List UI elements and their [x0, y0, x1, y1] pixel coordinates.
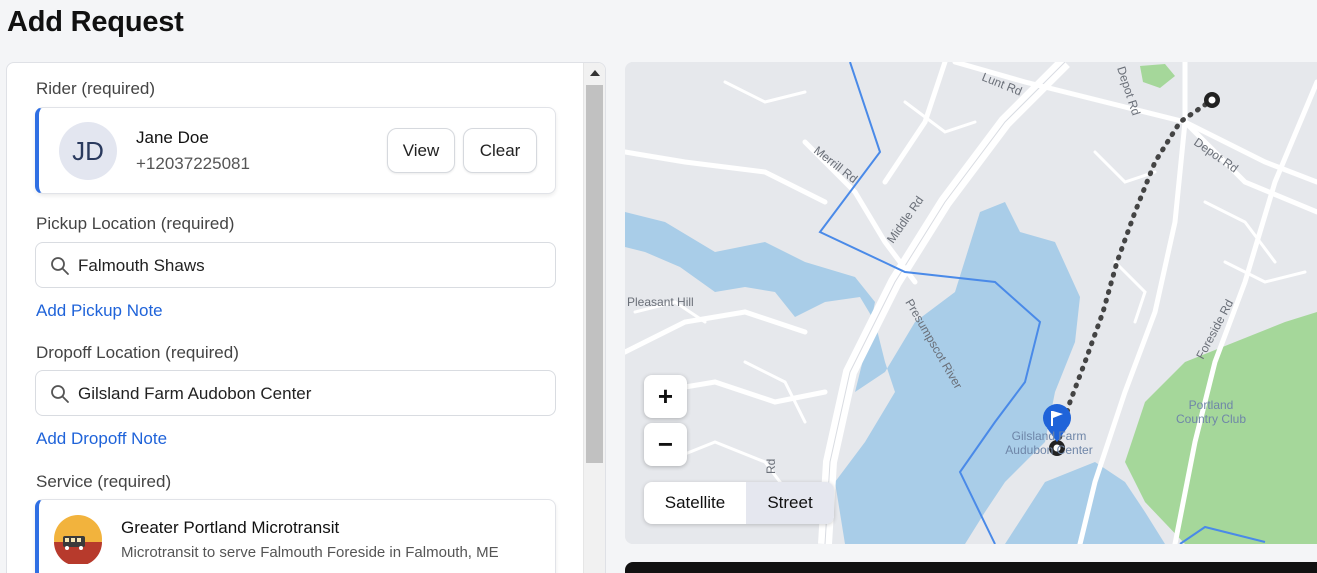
pickup-label: Pickup Location (required) [36, 214, 235, 233]
rider-phone: +12037225081 [136, 154, 250, 173]
route-map[interactable]: Lunt Rd Depot Rd Depot Rd Merrill Rd Mid… [625, 62, 1317, 544]
pickup-location-value: Falmouth Shaws [78, 256, 205, 275]
service-label: Service (required) [36, 472, 172, 491]
zoom-in-button[interactable]: + [644, 375, 687, 418]
service-description: Microtransit to serve Falmouth Foreside … [121, 544, 499, 561]
service-name: Greater Portland Microtransit [121, 518, 340, 537]
label-gilsland-2: Audubon Center [1005, 443, 1092, 457]
dropoff-location-input[interactable]: Gilsland Farm Audobon Center [35, 370, 556, 416]
clear-rider-button[interactable]: Clear [463, 128, 537, 173]
avatar: JD [59, 122, 117, 180]
zoom-out-button[interactable]: − [644, 423, 687, 466]
service-card[interactable]: Greater Portland Microtransit Microtrans… [35, 499, 556, 573]
pickup-location-input[interactable]: Falmouth Shaws [35, 242, 556, 288]
form-scrollbar[interactable] [583, 63, 605, 573]
form-scroll-area: Rider (required) JD Jane Doe +1203722508… [7, 63, 585, 573]
view-rider-button[interactable]: View [387, 128, 455, 173]
label-pleasant-hill: Pleasant Hill [627, 295, 694, 309]
page-title: Add Request [7, 6, 184, 38]
street-toggle-button[interactable]: Street [746, 482, 834, 524]
dropoff-label: Dropoff Location (required) [36, 343, 239, 362]
rider-card: JD Jane Doe +12037225081 View Clear [35, 107, 556, 194]
rider-label: Rider (required) [36, 79, 156, 98]
request-form-panel: Rider (required) JD Jane Doe +1203722508… [6, 62, 606, 573]
scrollbar-thumb[interactable] [586, 85, 603, 463]
scroll-up-arrow-icon[interactable] [590, 70, 600, 76]
microtransit-logo-icon [54, 515, 102, 564]
dropoff-location-value: Gilsland Farm Audobon Center [78, 384, 312, 403]
bottom-panel-edge [625, 562, 1317, 573]
satellite-toggle-button[interactable]: Satellite [644, 482, 746, 524]
label-portland-2: Country Club [1176, 412, 1246, 426]
add-dropoff-note-link[interactable]: Add Dropoff Note [36, 429, 167, 449]
add-pickup-note-link[interactable]: Add Pickup Note [36, 301, 163, 321]
search-icon [51, 385, 69, 403]
label-rd-fragment: Rd [764, 459, 778, 474]
label-portland-1: Portland [1189, 398, 1234, 412]
map-canvas[interactable]: Lunt Rd Depot Rd Depot Rd Merrill Rd Mid… [625, 62, 1317, 544]
rider-name: Jane Doe [136, 128, 209, 147]
map-style-toggle: Satellite Street [644, 482, 834, 524]
label-gilsland-1: Gilsland Farm [1012, 429, 1087, 443]
search-icon [51, 257, 69, 275]
